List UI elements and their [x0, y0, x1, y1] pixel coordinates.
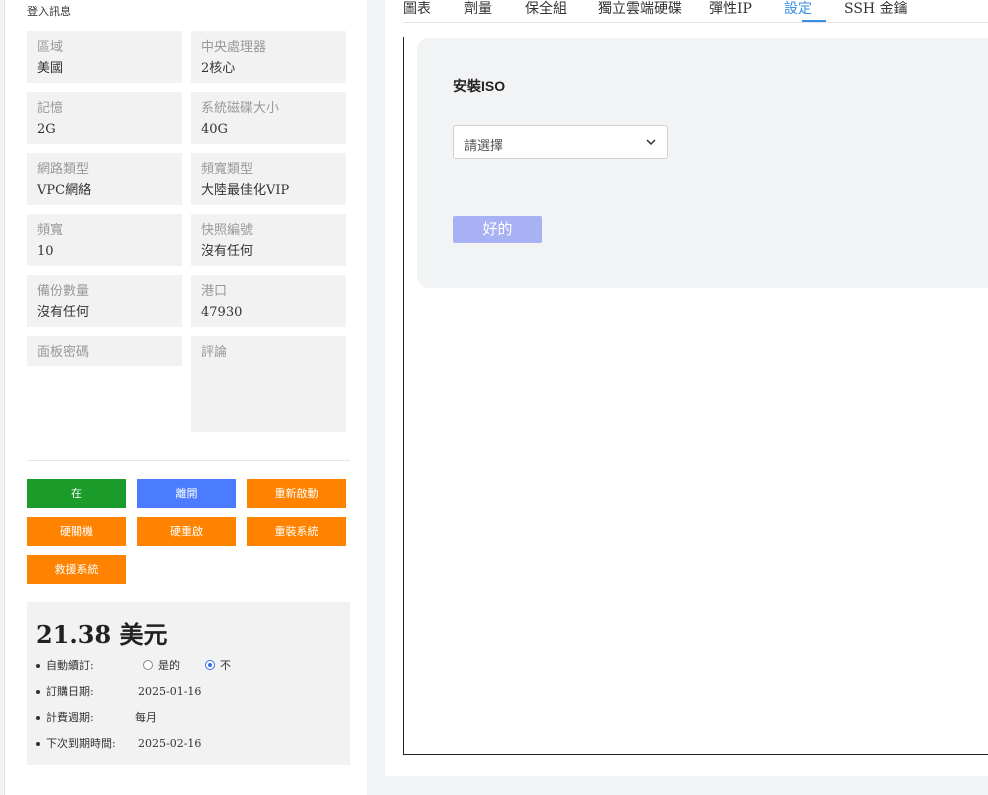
info-label: 系統磁碟大小: [201, 101, 280, 116]
instance-info-panel: 登入訊息 區域 美國 中央處理器 2核心 記憶 2G 系統磁碟大小 40G 網路…: [4, 0, 367, 795]
info-label: 備份數量: [37, 284, 90, 299]
info-label: 區域: [37, 40, 64, 55]
info-label: 評論: [201, 345, 228, 360]
tab-bar: 圖表 劑量 保全組 獨立雲端硬碟 彈性IP 設定 SSH 金鑰: [403, 0, 988, 23]
iso-select[interactable]: 請選擇: [453, 125, 668, 159]
info-panel-password: 面板密碼: [27, 336, 182, 366]
divider: [27, 460, 350, 461]
restart-button[interactable]: 重新啟動: [247, 479, 346, 508]
auto-renew-no-label: 不: [220, 659, 231, 672]
next-due-value: 2025-02-16: [138, 737, 202, 750]
info-value: 10: [37, 244, 54, 259]
info-label: 頻寬: [37, 223, 64, 238]
info-label: 網路類型: [37, 162, 90, 177]
info-bandwidth-type: 頻寬類型 大陸最佳化VIP: [191, 153, 346, 205]
settings-panel: 圖表 劑量 保全組 獨立雲端硬碟 彈性IP 設定 SSH 金鑰 安裝ISO 請選…: [385, 0, 988, 776]
info-value: 2核心: [201, 61, 236, 76]
install-iso-card: 安裝ISO 請選擇 好的: [417, 38, 988, 288]
info-comment: 評論: [191, 336, 346, 432]
tab-elastic-ip[interactable]: 彈性IP: [709, 0, 752, 18]
info-value: 沒有任何: [201, 244, 254, 259]
chevron-down-icon: [646, 139, 656, 146]
info-label: 頻寬類型: [201, 162, 254, 177]
info-label: 面板密碼: [37, 345, 90, 360]
auto-renew-row: 自動續訂: 是的 不: [36, 659, 231, 673]
billing-cycle-row: 計費週期: 每月: [36, 711, 157, 725]
login-info-title: 登入訊息: [27, 5, 71, 18]
info-bandwidth: 頻寬 10: [27, 214, 182, 266]
auto-renew-yes-label: 是的: [158, 659, 180, 672]
bullet-icon: [36, 716, 40, 720]
info-value: 2G: [37, 122, 56, 137]
billing-cycle-label: 計費週期:: [46, 711, 94, 724]
tab-cloud-disk[interactable]: 獨立雲端硬碟: [598, 0, 682, 18]
bullet-icon: [36, 742, 40, 746]
info-disk-size: 系統磁碟大小 40G: [191, 92, 346, 144]
billing-box: 21.38 美元 自動續訂: 是的 不 訂購日期: 2025-01-16 計費週…: [27, 602, 350, 765]
tab-settings[interactable]: 設定: [784, 0, 812, 18]
next-due-label: 下次到期時間:: [46, 737, 116, 750]
info-label: 中央處理器: [201, 40, 267, 55]
info-value: 47930: [201, 305, 243, 320]
order-date-label: 訂購日期:: [46, 685, 94, 698]
info-value: 沒有任何: [37, 305, 90, 320]
auto-renew-label: 自動續訂:: [46, 659, 94, 672]
ok-button[interactable]: 好的: [453, 216, 542, 243]
tab-ssh-keys[interactable]: SSH 金鑰: [844, 0, 908, 18]
auto-renew-no-radio[interactable]: [205, 660, 215, 670]
hard-shutdown-button[interactable]: 硬關機: [27, 517, 126, 546]
info-value: 40G: [201, 122, 228, 137]
power-off-button[interactable]: 離開: [137, 479, 236, 508]
bullet-icon: [36, 690, 40, 694]
info-network-type: 網路類型 VPC網絡: [27, 153, 182, 205]
info-port: 港口 47930: [191, 275, 346, 327]
bullet-icon: [36, 664, 40, 668]
info-value: 美國: [37, 61, 64, 76]
install-iso-title: 安裝ISO: [453, 78, 506, 94]
billing-cycle-value: 每月: [135, 711, 157, 724]
order-date-value: 2025-01-16: [138, 685, 202, 698]
order-date-row: 訂購日期: 2025-01-16: [36, 685, 201, 699]
info-value: 大陸最佳化VIP: [201, 183, 290, 198]
info-memory: 記憶 2G: [27, 92, 182, 144]
info-snapshot-id: 快照編號 沒有任何: [191, 214, 346, 266]
price: 21.38 美元: [36, 620, 168, 649]
info-label: 記憶: [37, 101, 64, 116]
tab-security-group[interactable]: 保全組: [525, 0, 567, 18]
info-label: 港口: [201, 284, 228, 299]
iso-select-placeholder: 請選擇: [464, 139, 504, 154]
rescue-system-button[interactable]: 救援系統: [27, 555, 126, 584]
tab-dosage[interactable]: 劑量: [464, 0, 492, 18]
hard-restart-button[interactable]: 硬重啟: [137, 517, 236, 546]
info-label: 快照編號: [201, 223, 254, 238]
power-on-button[interactable]: 在: [27, 479, 126, 508]
info-region: 區域 美國: [27, 31, 182, 83]
auto-renew-yes-radio[interactable]: [143, 660, 153, 670]
info-cpu: 中央處理器 2核心: [191, 31, 346, 83]
info-value: VPC網絡: [37, 183, 92, 198]
reinstall-system-button[interactable]: 重裝系統: [247, 517, 346, 546]
tab-chart[interactable]: 圖表: [403, 0, 431, 18]
info-backup-count: 備份數量 沒有任何: [27, 275, 182, 327]
active-tab-indicator: [802, 20, 826, 22]
auto-renew-options: 是的 不: [143, 659, 231, 673]
next-due-row: 下次到期時間: 2025-02-16: [36, 737, 201, 751]
